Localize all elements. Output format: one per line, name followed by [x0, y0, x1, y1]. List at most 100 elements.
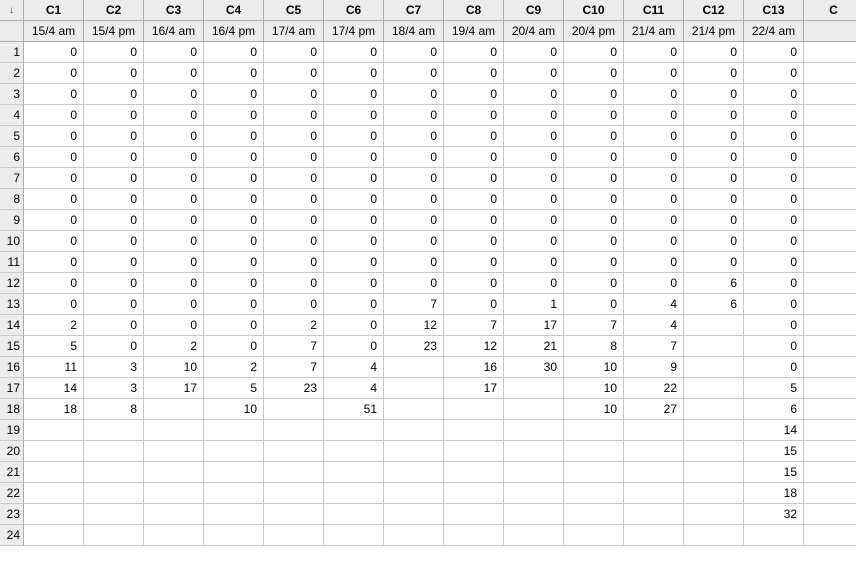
data-cell[interactable]: 0 [24, 252, 84, 273]
data-cell[interactable] [144, 441, 204, 462]
data-cell[interactable]: 15 [744, 462, 804, 483]
row-header[interactable]: 21 [0, 462, 24, 483]
row-header[interactable]: 6 [0, 147, 24, 168]
row-header[interactable]: 23 [0, 504, 24, 525]
column-header-id[interactable]: C1 [24, 0, 84, 21]
data-cell[interactable] [804, 231, 856, 252]
data-cell[interactable]: 0 [504, 231, 564, 252]
data-cell[interactable]: 0 [744, 252, 804, 273]
data-cell[interactable]: 0 [264, 105, 324, 126]
data-cell[interactable] [324, 483, 384, 504]
data-cell[interactable]: 0 [384, 210, 444, 231]
data-cell[interactable]: 9 [624, 357, 684, 378]
data-cell[interactable]: 0 [684, 84, 744, 105]
data-cell[interactable]: 0 [204, 168, 264, 189]
data-cell[interactable] [564, 441, 624, 462]
column-header-id[interactable]: C11 [624, 0, 684, 21]
data-cell[interactable]: 10 [564, 357, 624, 378]
row-header[interactable]: 10 [0, 231, 24, 252]
data-cell[interactable]: 0 [384, 168, 444, 189]
data-cell[interactable]: 0 [204, 42, 264, 63]
data-cell[interactable] [624, 504, 684, 525]
row-header[interactable]: 11 [0, 252, 24, 273]
data-cell[interactable]: 0 [24, 84, 84, 105]
data-cell[interactable]: 23 [384, 336, 444, 357]
data-cell[interactable]: 17 [144, 378, 204, 399]
data-cell[interactable]: 0 [24, 189, 84, 210]
row-header[interactable]: 17 [0, 378, 24, 399]
row-header[interactable]: 20 [0, 441, 24, 462]
data-cell[interactable] [804, 105, 856, 126]
data-cell[interactable]: 0 [384, 126, 444, 147]
data-cell[interactable] [264, 441, 324, 462]
data-cell[interactable] [804, 252, 856, 273]
data-cell[interactable]: 0 [744, 294, 804, 315]
data-cell[interactable] [624, 420, 684, 441]
data-cell[interactable] [624, 483, 684, 504]
data-cell[interactable]: 0 [324, 147, 384, 168]
data-cell[interactable]: 0 [324, 189, 384, 210]
data-cell[interactable]: 0 [204, 210, 264, 231]
data-cell[interactable]: 0 [624, 210, 684, 231]
column-header-id[interactable]: C5 [264, 0, 324, 21]
data-cell[interactable]: 0 [204, 63, 264, 84]
data-cell[interactable]: 2 [24, 315, 84, 336]
data-cell[interactable]: 0 [204, 252, 264, 273]
data-cell[interactable] [624, 525, 684, 546]
data-cell[interactable]: 0 [504, 189, 564, 210]
data-cell[interactable] [684, 441, 744, 462]
data-cell[interactable] [264, 525, 324, 546]
data-cell[interactable]: 0 [84, 315, 144, 336]
data-cell[interactable] [504, 525, 564, 546]
data-cell[interactable] [384, 483, 444, 504]
data-cell[interactable]: 0 [144, 147, 204, 168]
data-cell[interactable] [384, 441, 444, 462]
data-cell[interactable]: 2 [204, 357, 264, 378]
data-cell[interactable]: 1 [504, 294, 564, 315]
data-cell[interactable] [84, 483, 144, 504]
data-cell[interactable]: 0 [744, 105, 804, 126]
data-cell[interactable] [204, 462, 264, 483]
column-header-label[interactable]: 17/4 am [264, 21, 324, 42]
data-cell[interactable]: 5 [744, 378, 804, 399]
data-cell[interactable]: 0 [84, 105, 144, 126]
column-header-id[interactable]: C6 [324, 0, 384, 21]
data-cell[interactable] [384, 525, 444, 546]
data-cell[interactable] [324, 504, 384, 525]
data-cell[interactable]: 4 [624, 315, 684, 336]
data-cell[interactable]: 0 [744, 84, 804, 105]
data-cell[interactable]: 17 [444, 378, 504, 399]
data-cell[interactable] [144, 399, 204, 420]
data-cell[interactable]: 0 [84, 168, 144, 189]
data-cell[interactable] [804, 294, 856, 315]
data-cell[interactable] [264, 462, 324, 483]
data-cell[interactable]: 0 [324, 252, 384, 273]
column-header-label[interactable]: 16/4 am [144, 21, 204, 42]
data-cell[interactable]: 0 [384, 189, 444, 210]
data-cell[interactable]: 21 [504, 336, 564, 357]
data-cell[interactable]: 0 [564, 42, 624, 63]
data-cell[interactable]: 0 [264, 252, 324, 273]
data-cell[interactable]: 0 [504, 210, 564, 231]
row-header[interactable]: 9 [0, 210, 24, 231]
data-cell[interactable]: 0 [324, 168, 384, 189]
data-cell[interactable] [804, 399, 856, 420]
data-cell[interactable]: 0 [684, 231, 744, 252]
data-cell[interactable]: 0 [84, 42, 144, 63]
data-cell[interactable] [624, 462, 684, 483]
column-header-label[interactable]: 20/4 am [504, 21, 564, 42]
data-cell[interactable] [504, 462, 564, 483]
data-cell[interactable]: 0 [564, 231, 624, 252]
data-cell[interactable]: 0 [24, 42, 84, 63]
data-cell[interactable]: 5 [24, 336, 84, 357]
column-header-id[interactable]: C9 [504, 0, 564, 21]
data-cell[interactable] [324, 462, 384, 483]
data-cell[interactable]: 7 [264, 357, 324, 378]
data-cell[interactable]: 0 [24, 273, 84, 294]
data-cell[interactable]: 0 [624, 147, 684, 168]
data-cell[interactable]: 0 [444, 252, 504, 273]
data-cell[interactable]: 0 [624, 231, 684, 252]
data-cell[interactable]: 0 [744, 168, 804, 189]
data-cell[interactable]: 10 [564, 378, 624, 399]
data-cell[interactable]: 0 [684, 168, 744, 189]
